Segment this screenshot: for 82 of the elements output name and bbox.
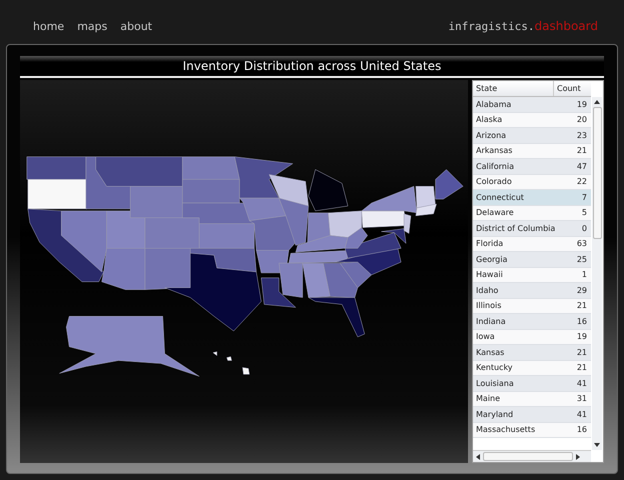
state-cell-text: Idaho — [475, 286, 500, 295]
count-cell-text: 29 — [576, 286, 588, 295]
table-row[interactable]: Connecticut 7 — [473, 190, 591, 206]
count-cell-text: 41 — [576, 410, 588, 419]
table-row[interactable]: Iowa 19 — [473, 330, 591, 345]
count-cell-text: 21 — [576, 348, 588, 357]
table-row[interactable]: Maine 31 — [473, 392, 591, 407]
scroll-up-icon[interactable] — [594, 100, 600, 104]
count-cell-text: 47 — [576, 162, 588, 171]
table-row[interactable]: Delaware 5 — [473, 206, 591, 221]
count-cell-text: 63 — [576, 239, 588, 248]
table-row[interactable]: Louisiana 41 — [473, 376, 591, 392]
state-cell-text: Georgia — [475, 254, 508, 264]
count-cell-text: 7 — [580, 192, 588, 202]
count-cell-text: 0 — [580, 224, 588, 233]
table-row[interactable]: Idaho 29 — [473, 283, 591, 298]
state-cell-text: Louisiana — [475, 378, 515, 388]
table-row[interactable]: District of Columbia 0 — [473, 221, 591, 236]
table-row[interactable]: Hawaii 1 — [473, 268, 591, 283]
count-cell-text: 21 — [576, 146, 588, 156]
count-cell-text: 25 — [576, 254, 588, 264]
state-cell-text: Massachusetts — [475, 425, 536, 434]
table-row[interactable]: Colorado 22 — [473, 174, 591, 190]
table-row[interactable]: Kansas 21 — [473, 345, 591, 360]
table-row[interactable]: Maryland 41 — [473, 407, 591, 422]
nav-link[interactable]: maps — [77, 20, 108, 33]
count-cell-text: 41 — [576, 378, 588, 388]
scroll-down-icon[interactable] — [594, 443, 600, 447]
count-cell-text: 23 — [576, 130, 588, 140]
scroll-thumb[interactable] — [483, 452, 573, 461]
state-cell-text: Florida — [475, 239, 504, 248]
count-cell-text: 22 — [576, 177, 588, 186]
title-bar: Inventory Distribution across United States — [20, 56, 604, 78]
column-header[interactable]: State — [473, 81, 553, 96]
state-cell-text: Connecticut — [475, 192, 525, 202]
nav-link[interactable]: about — [120, 20, 152, 33]
table-row[interactable]: Indiana 16 — [473, 314, 591, 330]
table-row[interactable]: Alabama 19 — [473, 97, 591, 112]
table-row[interactable]: Alaska 20 — [473, 112, 591, 128]
state-cell-text: Indiana — [475, 316, 507, 326]
table-row[interactable]: California 47 — [473, 159, 591, 174]
table-row[interactable]: Florida 63 — [473, 236, 591, 252]
state-cell-text: Kentucky — [475, 363, 514, 372]
count-cell-text: 20 — [576, 115, 588, 124]
state-cell-text: Iowa — [475, 332, 496, 342]
horizontal-scrollbar[interactable] — [473, 450, 591, 462]
column-header[interactable]: Count — [553, 81, 591, 96]
state-cell-text: Maryland — [475, 410, 514, 419]
vertical-scrollbar[interactable] — [592, 97, 602, 450]
table-row[interactable]: Kentucky 21 — [473, 360, 591, 376]
count-cell-text: 21 — [576, 301, 588, 310]
state-cell-text: Hawaii — [475, 270, 504, 280]
table-row[interactable]: Illinois 21 — [473, 298, 591, 314]
state-cell-text: Arizona — [475, 130, 508, 140]
brand-name: infragistics. — [448, 20, 535, 33]
scroll-right-icon[interactable] — [576, 454, 580, 460]
count-cell-text: 16 — [576, 425, 588, 434]
brand-accent: dashboard — [534, 19, 598, 33]
state-cell-text: Maine — [475, 394, 502, 404]
state-cell-text: Delaware — [475, 208, 515, 218]
table-row[interactable]: Massachusetts 16 — [473, 422, 591, 438]
state-cell-text: District of Columbia — [475, 224, 556, 233]
state-cell-text: Kansas — [475, 348, 506, 357]
table-row[interactable]: Arizona 23 — [473, 128, 591, 144]
table-row[interactable]: Georgia 25 — [473, 252, 591, 268]
table-row[interactable]: Arkansas 21 — [473, 144, 591, 159]
count-cell-text: 31 — [576, 394, 588, 404]
nav-link[interactable]: home — [33, 20, 64, 33]
count-cell-text: 19 — [576, 332, 588, 342]
count-cell-text: 1 — [580, 270, 588, 280]
scroll-thumb[interactable] — [592, 107, 602, 239]
state-cell-text: California — [475, 162, 515, 171]
count-cell-text: 16 — [576, 316, 588, 326]
state-cell-text: Alaska — [475, 115, 504, 124]
state-cell-text: Arkansas — [475, 146, 514, 156]
scroll-left-icon[interactable] — [476, 454, 480, 460]
count-cell-text: 19 — [576, 100, 588, 109]
state-cell-text: Alabama — [475, 100, 512, 109]
state-cell-text: Illinois — [475, 301, 502, 310]
count-cell-text: 21 — [576, 363, 588, 372]
state-cell-text: Colorado — [475, 177, 513, 186]
count-cell-text: 5 — [580, 208, 588, 218]
